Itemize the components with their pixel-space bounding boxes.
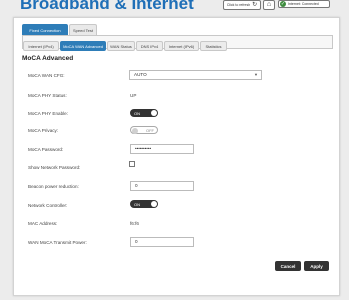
mac-value: f6:f6 bbox=[130, 221, 139, 226]
tx-power-field[interactable]: 0 bbox=[130, 237, 194, 247]
wan-cfg-select[interactable]: AUTO ▼ bbox=[129, 70, 262, 80]
connection-status-button[interactable]: ✓ Internet: Connected bbox=[278, 0, 330, 8]
phy-status-value: UP bbox=[130, 93, 137, 98]
connection-status-label: Internet: Connected bbox=[288, 2, 319, 6]
tab-wan-status[interactable]: WAN Status bbox=[107, 41, 135, 51]
password-field[interactable]: •••••••••• bbox=[130, 144, 194, 154]
phy-enable-toggle-text: ON bbox=[134, 110, 140, 116]
cancel-button[interactable]: Cancel bbox=[275, 261, 301, 271]
main-card: Fixed Connection Speed Test Internet (IP… bbox=[13, 17, 340, 296]
phy-enable-label: MoCA PHY Enable: bbox=[28, 111, 69, 116]
page-title: Broadband & Internet bbox=[20, 0, 194, 13]
net-controller-toggle[interactable]: ON bbox=[130, 200, 158, 208]
home-button[interactable]: ⌂ bbox=[263, 0, 275, 10]
sub-tab-bar: Internet (IPv4) MoCA WAN Advanced WAN St… bbox=[23, 41, 227, 51]
beacon-label: Beacon power reduction: bbox=[28, 184, 79, 189]
refresh-button[interactable]: Click to refresh ↻ bbox=[223, 0, 261, 10]
tab-statistics[interactable]: Statistics bbox=[200, 41, 227, 51]
tab-internet-ipv6[interactable]: Internet (IPv6) bbox=[164, 41, 199, 51]
privacy-toggle[interactable]: OFF bbox=[130, 126, 158, 134]
beacon-field[interactable]: 0 bbox=[130, 181, 194, 191]
password-label: MoCA Password: bbox=[28, 147, 64, 152]
toggle-knob bbox=[151, 201, 157, 207]
toggle-knob bbox=[132, 127, 138, 134]
phy-status-label: MoCA PHY Status: bbox=[28, 93, 67, 98]
globe-icon: ✓ bbox=[280, 1, 286, 7]
tab-dns-ipv4[interactable]: DNS IPv4 bbox=[136, 41, 163, 51]
wan-cfg-value: AUTO bbox=[134, 72, 147, 77]
tab-moca-wan-advanced[interactable]: MoCA WAN Advanced bbox=[60, 41, 106, 51]
tab-internet-ipv4[interactable]: Internet (IPv4) bbox=[23, 41, 59, 51]
section-title: MoCA Advanced bbox=[22, 55, 74, 62]
privacy-toggle-text: OFF bbox=[146, 127, 154, 133]
show-password-checkbox[interactable] bbox=[129, 161, 135, 167]
phy-enable-toggle[interactable]: ON bbox=[130, 109, 158, 117]
mac-label: MAC Address: bbox=[28, 221, 58, 226]
apply-button[interactable]: Apply bbox=[304, 261, 329, 271]
chevron-down-icon: ▼ bbox=[254, 72, 258, 77]
toggle-knob bbox=[151, 110, 157, 116]
home-icon: ⌂ bbox=[266, 1, 272, 8]
net-controller-toggle-text: ON bbox=[134, 201, 140, 207]
wan-cfg-label: MoCA WAN CFG: bbox=[28, 73, 65, 78]
net-controller-label: Network Controller: bbox=[28, 203, 68, 208]
show-password-label: Show Network Password: bbox=[28, 165, 81, 170]
refresh-label: Click to refresh bbox=[226, 3, 251, 7]
tx-power-label: WAN MoCA Transmit Power: bbox=[28, 240, 87, 245]
refresh-icon: ↻ bbox=[252, 2, 258, 8]
privacy-label: MoCA Privacy: bbox=[28, 128, 59, 133]
